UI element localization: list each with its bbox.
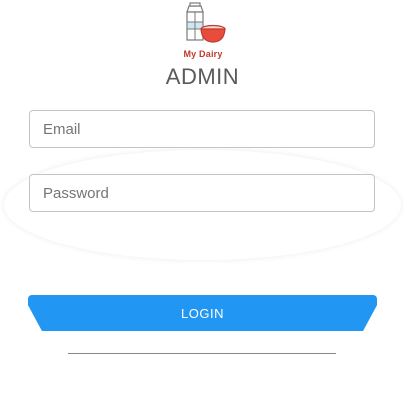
login-page: My Dairy ADMIN LOGIN <box>0 0 405 405</box>
dairy-carton-bowl-icon <box>186 2 226 43</box>
password-field[interactable] <box>29 174 375 212</box>
page-title: ADMIN <box>165 64 240 89</box>
email-field[interactable] <box>29 110 375 148</box>
login-button[interactable]: LOGIN <box>28 295 377 331</box>
brand-logo: My Dairy <box>170 2 236 64</box>
divider <box>68 353 336 354</box>
password-input[interactable] <box>30 175 374 211</box>
email-input[interactable] <box>30 111 374 147</box>
brand-name: My Dairy <box>183 49 223 59</box>
